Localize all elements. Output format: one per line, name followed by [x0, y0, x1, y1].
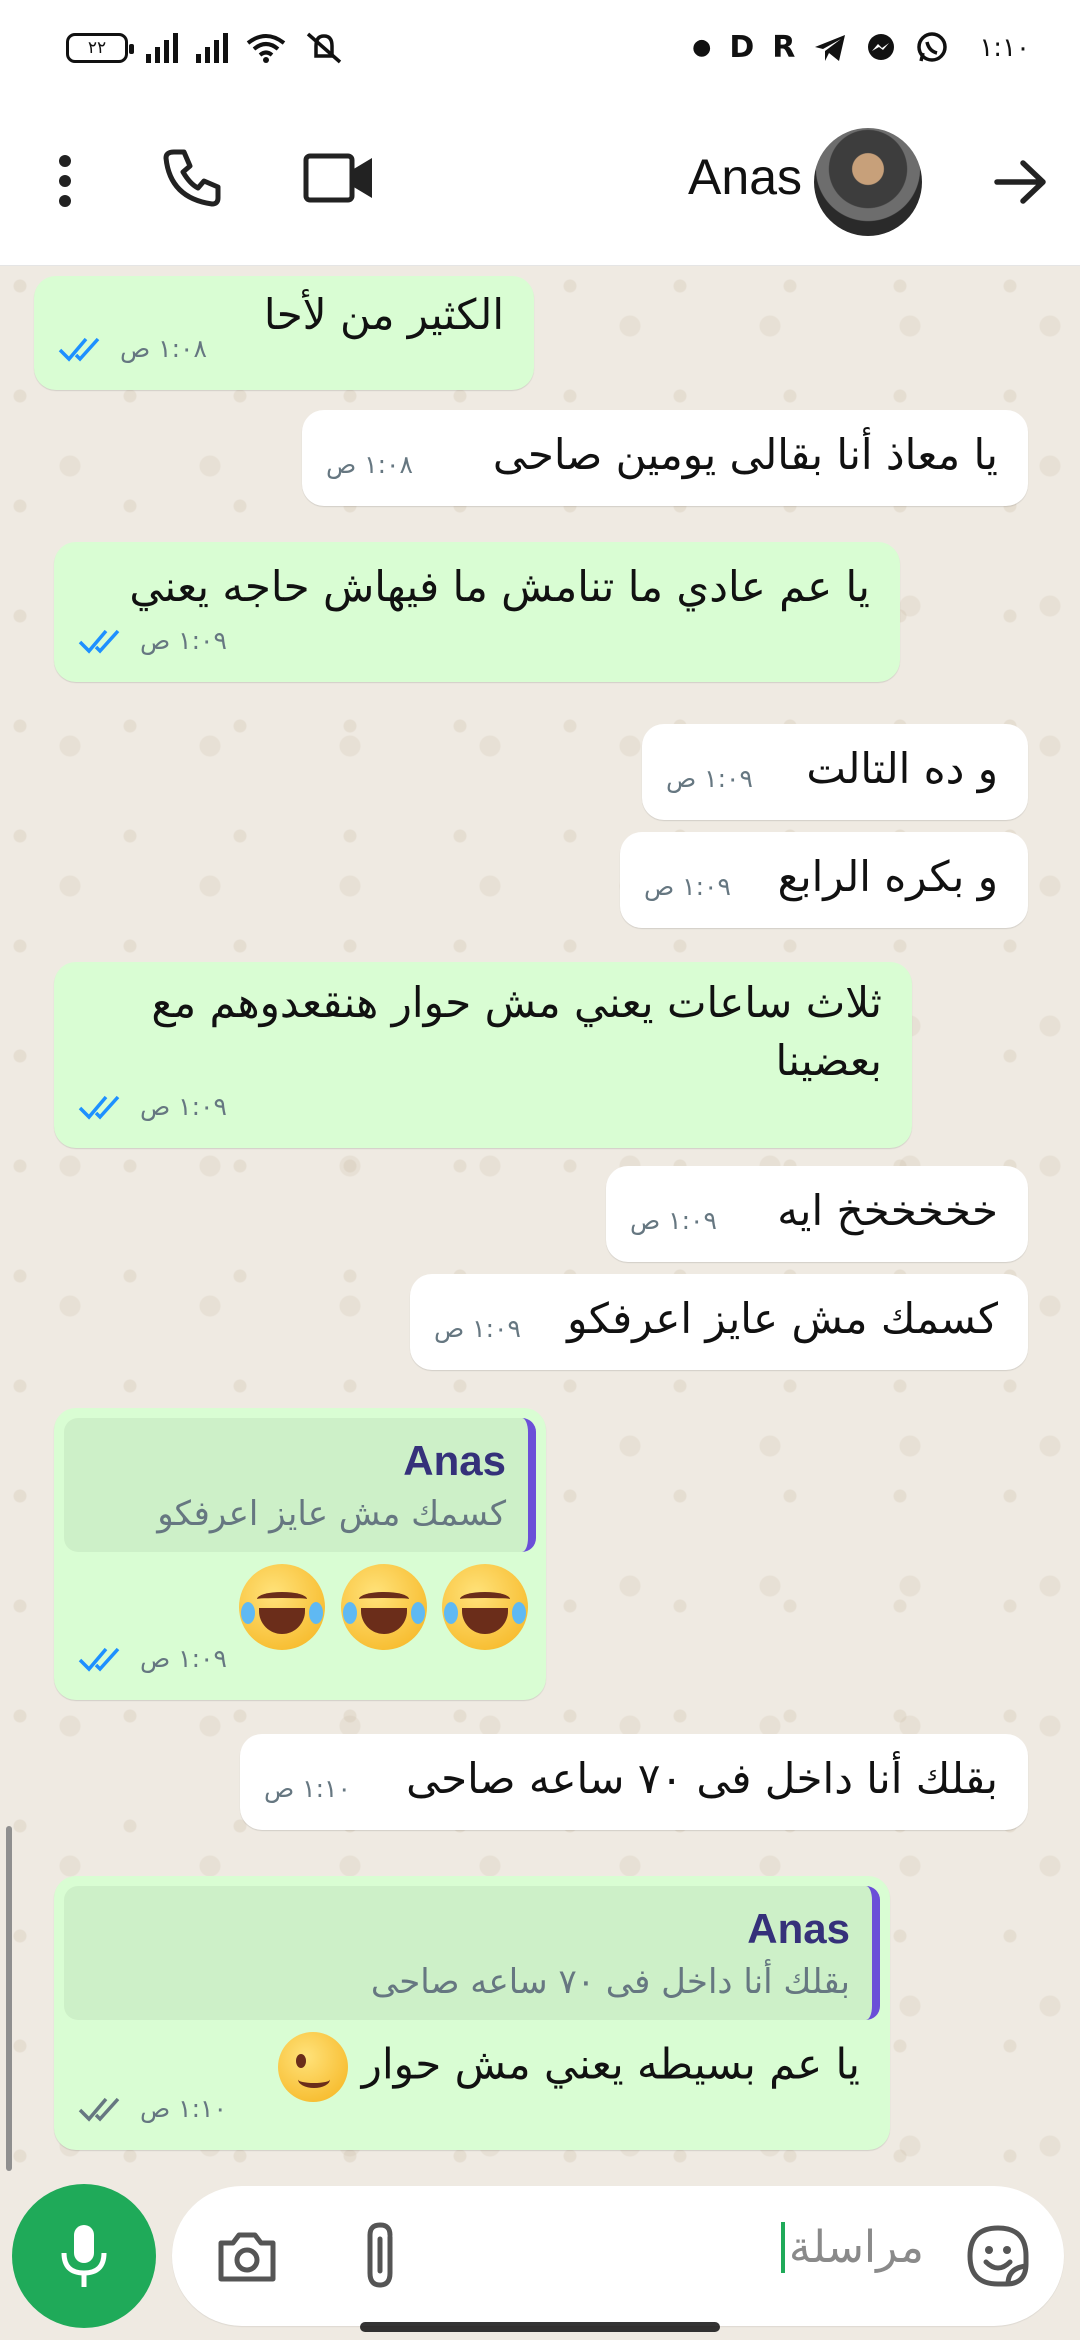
attach-button[interactable] [352, 2218, 412, 2294]
message-incoming[interactable]: خخخخخخ ايه ١:٠٩ ص [606, 1166, 1028, 1262]
voice-call-button[interactable] [158, 142, 228, 212]
quoted-message[interactable]: Anas بقلك أنا داخل فى ٧٠ ساعه صاحى [64, 1886, 880, 2020]
message-meta: ١:٠٩ ص [78, 612, 227, 670]
tears-of-joy-emoji-icon [340, 1564, 427, 1650]
composer: مراسلة [0, 2176, 1080, 2340]
message-text: يا عم بسيطه يعني مش حوار [361, 2039, 860, 2089]
tears-of-joy-emoji-icon [442, 1564, 528, 1650]
message-meta: ١:٠٩ ص [78, 1630, 227, 1688]
message-text: يا عم عادي ما تنامش ما فيهاش حاجه يعني [129, 562, 870, 611]
mic-icon [61, 2225, 107, 2287]
message-outgoing[interactable]: الكثير من لأحا ١:٠٨ ص [34, 276, 534, 390]
tears-of-joy-emoji-icon [239, 1564, 326, 1650]
r-app-icon: R [772, 30, 796, 65]
scrollbar[interactable] [6, 1826, 12, 2171]
video-call-icon [303, 153, 372, 203]
message-text: بقلك أنا داخل فى ٧٠ ساعه صاحى [406, 1754, 998, 1803]
message-incoming[interactable]: كسمك مش عايز اعرفكو ١:٠٩ ص [410, 1274, 1028, 1370]
wifi-icon [246, 34, 286, 63]
read-ticks-icon [78, 1647, 120, 1672]
chat-area[interactable]: الكثير من لأحا ١:٠٨ ص يا معاذ أنا بقالى … [0, 266, 1080, 2176]
message-meta: ١:٠٨ ص [58, 320, 207, 378]
battery-level: ٢٢ [87, 38, 107, 58]
message-time: ١:٠٩ ص [644, 872, 731, 901]
message-text: خخخخخخ ايه [777, 1186, 998, 1235]
message-meta: ١:٠٩ ص [666, 750, 753, 808]
back-button[interactable] [990, 152, 1050, 212]
avatar[interactable] [814, 128, 922, 236]
contact-name[interactable]: Anas [688, 148, 802, 206]
telegram-icon [815, 35, 846, 61]
read-ticks-icon [78, 1095, 120, 1120]
message-text: الكثير من لأحا [263, 290, 504, 339]
voice-call-icon [163, 149, 221, 207]
signal-2-icon [196, 33, 228, 63]
message-time: ١:٠٩ ص [666, 764, 753, 793]
message-time: ١:١٠ ص [140, 2094, 227, 2123]
battery-icon: ٢٢ [66, 33, 134, 63]
status-left: ٢٢ [66, 32, 344, 64]
clock: ١:١٠ [979, 33, 1030, 63]
more-options-button[interactable] [40, 146, 90, 216]
message-input-placeholder: مراسلة [780, 2222, 924, 2273]
message-text: و ده التالت [806, 744, 998, 793]
d-app-icon: D [729, 30, 755, 65]
message-text: ثلاث ساعات يعني مش حوار هنقعدوهم مع بعضي… [151, 978, 882, 1085]
back-arrow-icon [994, 160, 1046, 204]
voice-record-button[interactable] [12, 2184, 156, 2328]
message-time: ١:٠٩ ص [630, 1206, 717, 1235]
smirk-emoji-icon [278, 2032, 349, 2102]
video-call-button[interactable] [300, 148, 378, 208]
camera-button[interactable] [212, 2222, 282, 2292]
message-meta: ١:١٠ ص [264, 1760, 351, 1818]
message-meta: ١:٠٩ ص [78, 1078, 227, 1136]
message-outgoing[interactable]: يا عم عادي ما تنامش ما فيهاش حاجه يعني ١… [54, 542, 900, 682]
message-incoming[interactable]: بقلك أنا داخل فى ٧٠ ساعه صاحى ١:١٠ ص [240, 1734, 1028, 1830]
quoted-message[interactable]: Anas كسمك مش عايز اعرفكو [64, 1418, 536, 1552]
quoted-sender: Anas [403, 1437, 506, 1484]
whatsapp-icon [917, 32, 948, 62]
message-text: و بكره الرابع [777, 852, 998, 901]
message-incoming[interactable]: يا معاذ أنا بقالى يومين صاحى ١:٠٨ ص [302, 410, 1028, 506]
message-outgoing-reply[interactable]: Anas بقلك أنا داخل فى ٧٠ ساعه صاحى يا عم… [54, 1876, 890, 2150]
message-time: ١:٠٨ ص [120, 334, 207, 363]
dot-icon: ● [692, 35, 712, 60]
delivered-ticks-icon [78, 2097, 120, 2122]
message-time: ١:١٠ ص [264, 1774, 351, 1803]
sticker-icon [967, 2225, 1029, 2287]
message-incoming[interactable]: و ده التالت ١:٠٩ ص [642, 724, 1028, 820]
home-indicator[interactable] [360, 2322, 720, 2332]
message-meta: ١:٠٨ ص [326, 436, 413, 494]
signal-1-icon [146, 33, 178, 63]
quoted-text: كسمك مش عايز اعرفكو [157, 1494, 506, 1534]
message-time: ١:٠٩ ص [434, 1314, 521, 1343]
status-bar: ٢٢ ● D R ١:١٠ [0, 0, 1080, 96]
message-input[interactable]: مراسلة [172, 2186, 1064, 2326]
message-outgoing[interactable]: ثلاث ساعات يعني مش حوار هنقعدوهم مع بعضي… [54, 962, 912, 1148]
status-right: ● D R ١:١٠ [692, 31, 1030, 65]
chat-header: Anas [0, 96, 1080, 266]
attach-icon [367, 2222, 393, 2288]
message-meta: ١:٠٩ ص [434, 1300, 521, 1358]
quoted-text: بقلك أنا داخل فى ٧٠ ساعه صاحى [370, 1962, 850, 2002]
message-text: كسمك مش عايز اعرفكو [567, 1294, 998, 1343]
message-meta: ١:٠٩ ص [630, 1192, 717, 1250]
quoted-sender: Anas [747, 1905, 850, 1952]
message-text: يا معاذ أنا بقالى يومين صاحى [492, 430, 998, 479]
message-outgoing-reply[interactable]: Anas كسمك مش عايز اعرفكو ١:٠٩ ص [54, 1408, 546, 1700]
more-options-icon [59, 155, 71, 207]
sticker-button[interactable] [962, 2220, 1034, 2292]
message-incoming[interactable]: و بكره الرابع ١:٠٩ ص [620, 832, 1028, 928]
message-meta: ١:١٠ ص [78, 2080, 227, 2138]
message-time: ١:٠٩ ص [140, 1092, 227, 1121]
messenger-icon [868, 34, 895, 60]
read-ticks-icon [78, 629, 120, 654]
message-time: ١:٠٩ ص [140, 626, 227, 655]
message-time: ١:٠٩ ص [140, 1644, 227, 1673]
mute-bell-icon [306, 32, 342, 64]
read-ticks-icon [58, 337, 100, 362]
message-time: ١:٠٨ ص [326, 450, 413, 479]
message-meta: ١:٠٩ ص [644, 858, 731, 916]
camera-icon [218, 2232, 276, 2282]
